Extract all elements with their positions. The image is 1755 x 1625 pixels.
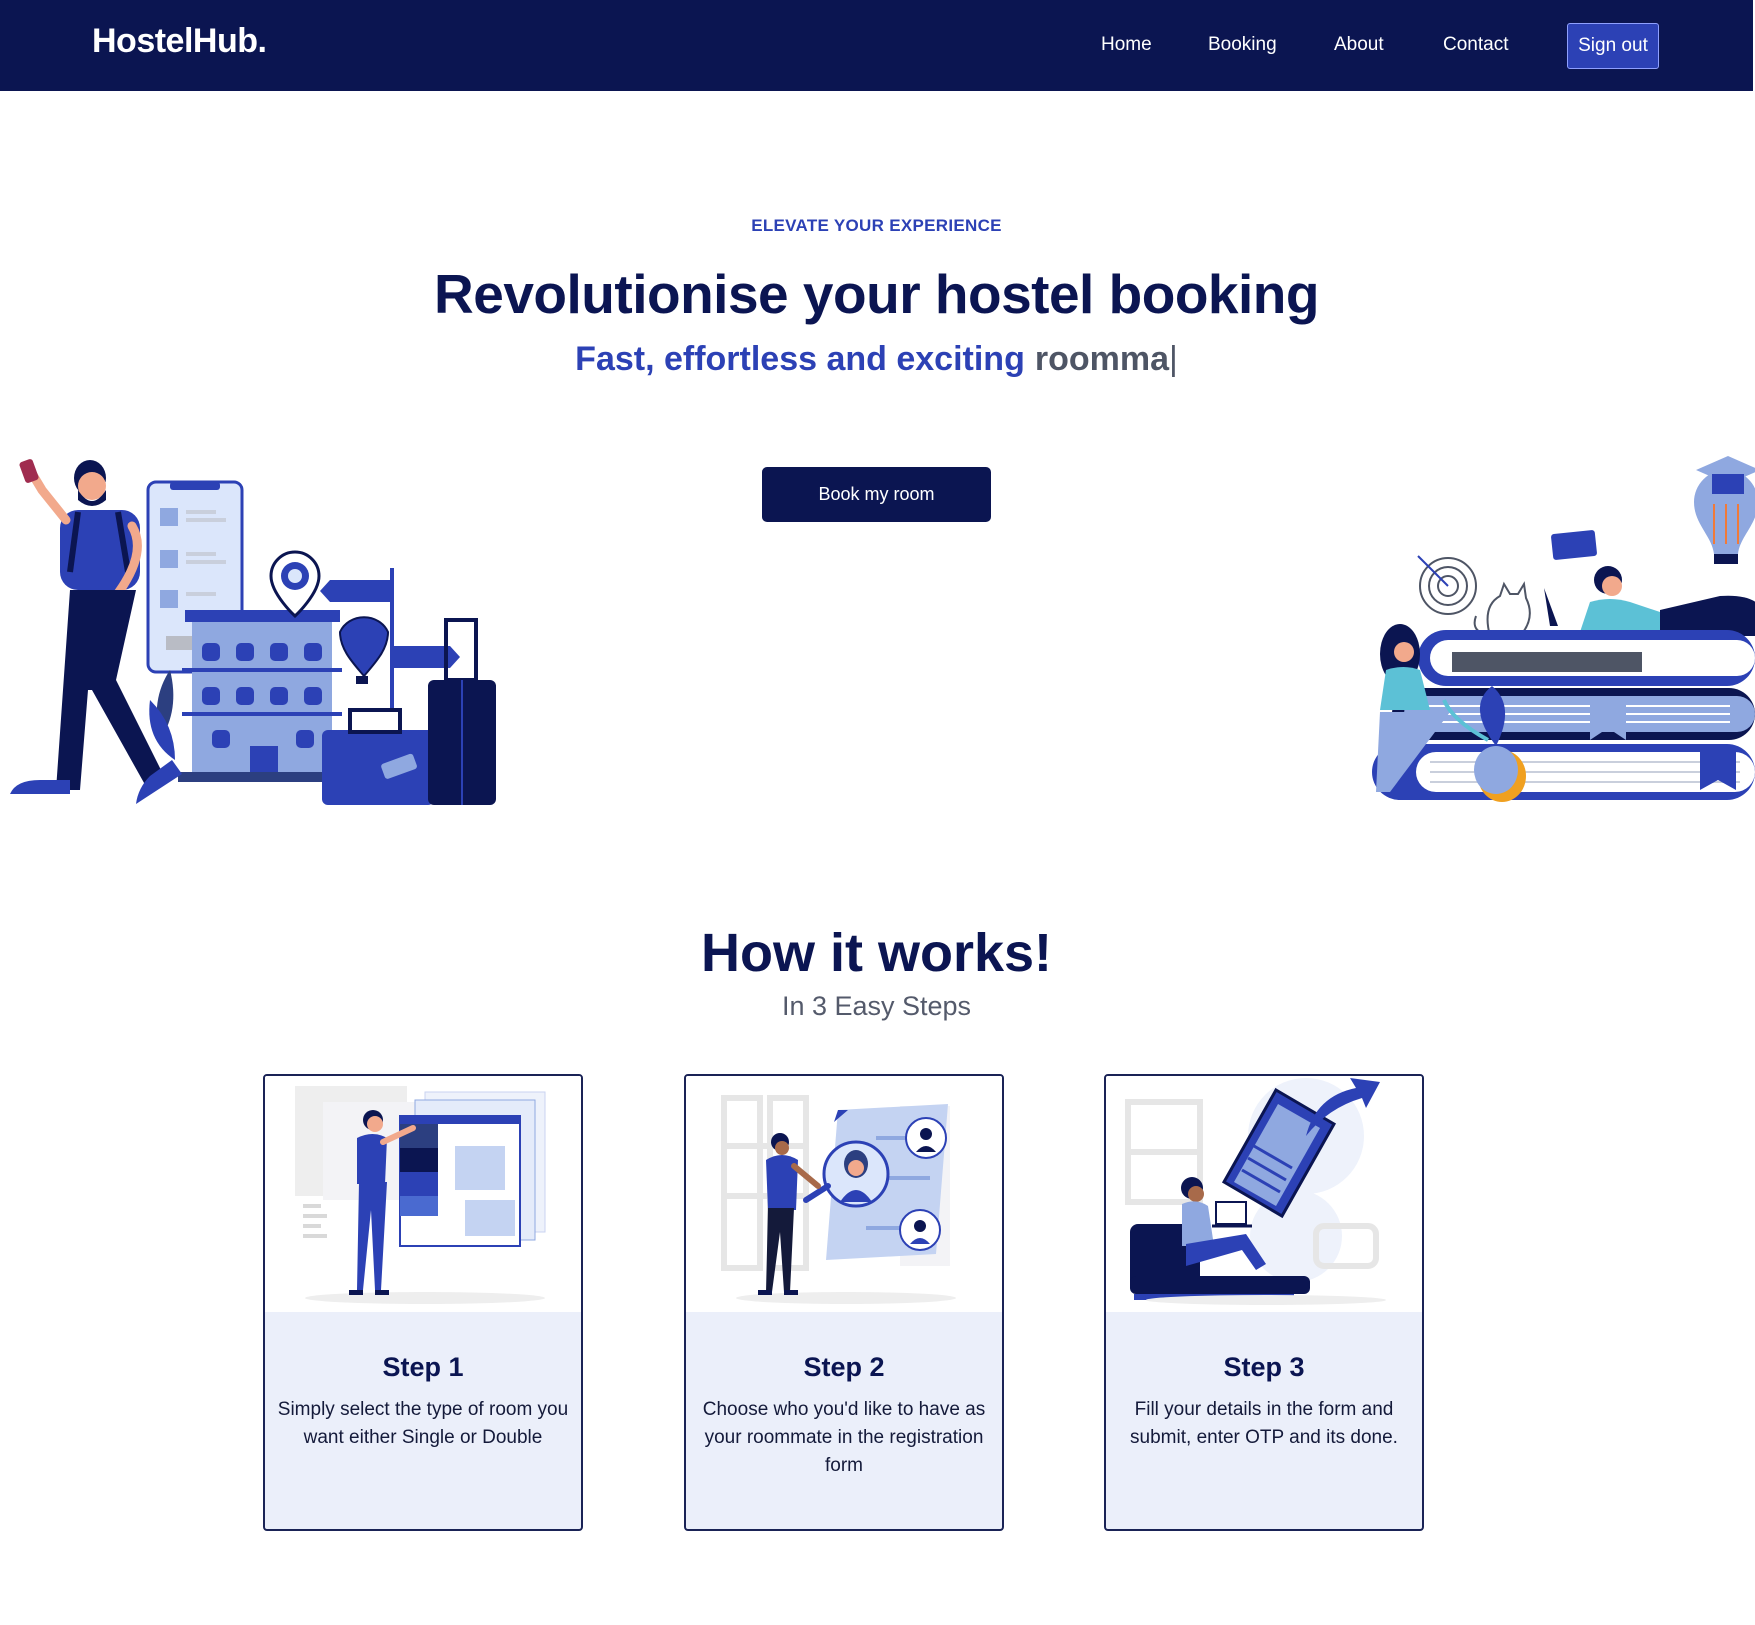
hero-subtitle: Fast, effortless and exciting roomma|	[0, 340, 1753, 379]
hero-title: Revolutionise your hostel booking	[434, 263, 1319, 325]
navbar: HostelHub. Home Booking About Contact Si…	[0, 0, 1753, 91]
step-card-3: Step 3 Fill your details in the form and…	[1104, 1074, 1424, 1531]
logo[interactable]: HostelHub.	[92, 22, 267, 61]
how-it-works-subtitle: In 3 Easy Steps	[781, 991, 972, 1021]
nav-link-contact[interactable]: Contact	[1443, 34, 1508, 56]
nav-link-booking[interactable]: Booking	[1208, 34, 1277, 56]
select-room-illustration	[265, 1076, 581, 1312]
book-my-room-button[interactable]: Book my room	[762, 467, 991, 522]
how-it-works-title: How it works!	[700, 923, 1053, 983]
hero-subtitle-lead: Fast, effortless and exciting	[575, 340, 1025, 378]
step-3-text: Fill your details in the form and submit…	[1130, 1399, 1398, 1448]
nav-link-about[interactable]: About	[1334, 34, 1384, 56]
step-3-title: Step 3	[1223, 1352, 1305, 1382]
step-1-title: Step 1	[382, 1352, 464, 1382]
typewriter-text: roomma	[1034, 340, 1169, 378]
step-card-1: Step 1 Simply select the type of room yo…	[263, 1074, 583, 1531]
students-books-illustration	[1372, 456, 1755, 802]
step-card-2: Step 2 Choose who you'd like to have as …	[684, 1074, 1004, 1531]
sign-out-button[interactable]: Sign out	[1567, 23, 1659, 69]
step-2-text: Choose who you'd like to have as your ro…	[702, 1399, 986, 1476]
submit-form-illustration	[1106, 1076, 1422, 1312]
traveler-hotel-illustration	[10, 459, 496, 805]
hero-eyebrow: ELEVATE YOUR EXPERIENCE	[751, 216, 1002, 235]
step-1-text: Simply select the type of room you want …	[277, 1399, 569, 1448]
nav-link-home[interactable]: Home	[1101, 34, 1152, 56]
choose-roommate-illustration	[686, 1076, 1002, 1312]
step-2-title: Step 2	[803, 1352, 885, 1382]
typewriter-cursor: |	[1168, 340, 1178, 378]
